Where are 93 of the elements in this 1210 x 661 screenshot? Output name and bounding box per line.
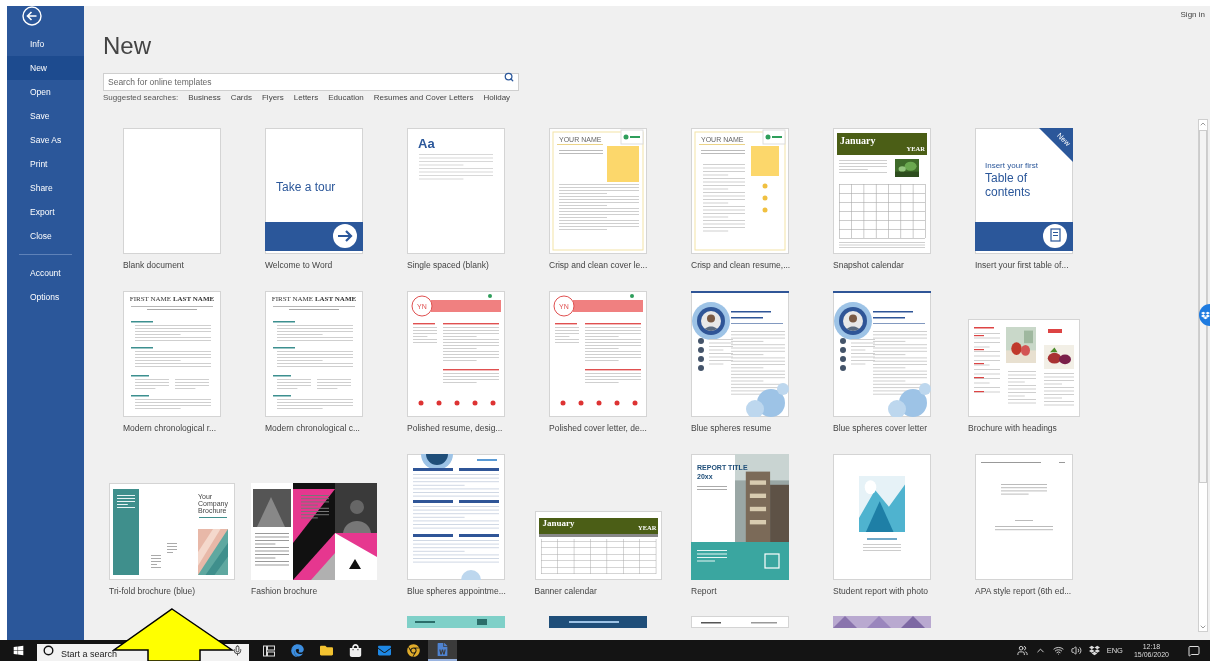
sidebar-item[interactable]: Open [7,80,84,104]
suggested-search-link[interactable]: Education [328,92,364,104]
template-name: Tri-fold brochure (blue) [109,585,197,597]
sidebar-item[interactable]: Print [7,152,84,176]
template-name: Modern chronological r... [123,422,218,434]
search-icon [504,72,514,82]
dropbox-tray-icon [1088,645,1100,656]
word-icon [436,643,449,656]
template-thumbnail[interactable] [265,291,363,417]
suggested-search-link[interactable]: Letters [293,92,319,104]
suggested-search-link[interactable]: Cards [230,92,252,104]
template-thumbnail[interactable] [833,291,931,417]
suggested-search-link[interactable]: Flyers [262,92,284,104]
suggested-search-link[interactable]: Holiday [483,92,511,104]
template-name: Welcome to Word [265,259,334,271]
thumbnail-text: Insert your first [985,162,1038,170]
dropbox-icon [1201,310,1210,320]
template-name: Blue spheres appointme... [407,585,505,597]
suggested-search-link[interactable]: Resumes and Cover Letters [373,92,474,104]
scrollbar[interactable] [1198,119,1208,632]
microphone-icon [232,645,243,656]
template-thumbnail[interactable] [691,291,789,417]
page-title: New [103,32,152,60]
template-thumbnail[interactable] [407,454,505,580]
volume-icon [1070,645,1082,656]
people-icon [1016,645,1028,656]
template-name: Blue spheres cover letter [833,422,929,434]
template-thumbnail[interactable] [407,128,505,254]
template-thumbnail[interactable] [975,454,1073,580]
thumbnail-text: January [840,136,876,146]
template-thumbnail[interactable] [833,616,931,628]
template-thumbnail[interactable] [549,128,647,254]
template-name: Modern chronological c... [265,422,361,434]
template-name: Insert your first table of... [975,259,1070,271]
template-thumbnail[interactable] [549,291,647,417]
template-thumbnail[interactable] [691,128,789,254]
sidebar-item[interactable]: New [7,56,84,80]
template-name: Crisp and clean resume,... [691,259,789,271]
sign-in-link[interactable]: Sign in [1180,9,1205,20]
scroll-up-icon [1199,120,1207,128]
template-thumbnail[interactable] [407,616,505,628]
template-name: Single spaced (blank) [407,259,490,271]
template-name: Blue spheres resume [691,422,773,434]
dropbox-badge[interactable] [1199,304,1210,326]
template-thumbnail[interactable] [549,616,647,628]
template-name: Banner calendar [534,585,598,597]
thumbnail-text: January [542,519,575,528]
thumbnail-text: contents [985,186,1031,198]
template-thumbnail[interactable] [833,128,931,254]
template-thumbnail[interactable] [534,511,662,580]
template-thumbnail[interactable] [691,616,789,628]
suggested-search-link[interactable]: Business [188,92,221,104]
sidebar-item[interactable]: Info [7,32,84,56]
shopping-bag-icon [349,644,362,657]
sidebar-item[interactable]: Account [7,261,84,285]
notifications-icon [1188,644,1200,657]
thumbnail-text: Table of [985,172,1028,184]
template-name: Report [691,585,718,597]
sidebar-item[interactable]: Export [7,200,84,224]
template-name: Blank document [123,259,185,271]
chrome-icon [407,644,420,657]
thumbnail-text: Aa [418,137,435,150]
template-name: Snapshot calendar [833,259,905,271]
sidebar-item[interactable]: Close [7,224,84,248]
template-thumbnail[interactable] [123,128,221,254]
windows-icon [13,645,24,656]
sidebar-item[interactable]: Save [7,104,84,128]
template-name: Crisp and clean cover le... [549,259,647,271]
search-field[interactable]: Search for online templates [103,73,519,91]
template-name: Polished resume, desig... [407,422,504,434]
template-thumbnail[interactable] [265,128,363,254]
sidebar-item[interactable]: Save As [7,128,84,152]
search-circle-icon [43,645,54,656]
folder-icon [320,644,333,657]
template-thumbnail[interactable] [407,291,505,417]
mail-icon [378,644,391,657]
scroll-down-icon [1199,623,1207,631]
template-name: APA style report (6th ed... [975,585,1073,597]
network-icon [1052,645,1064,656]
template-name: Student report with photo [833,585,929,597]
suggested-searches-label: Suggested searches: [103,92,179,104]
template-name: Fashion brochure [251,585,319,597]
scrollbar-thumb[interactable] [1199,130,1207,483]
template-name: Polished cover letter, de... [549,422,647,434]
sidebar-item[interactable]: Options [7,285,84,309]
thumbnail-text: Take a tour [276,181,336,193]
template-thumbnail[interactable] [251,483,377,580]
edge-icon [291,644,304,657]
template-thumbnail[interactable] [123,291,221,417]
task-view-icon [262,644,275,657]
template-name: Brochure with headings [968,422,1058,434]
sidebar-item[interactable]: Share [7,176,84,200]
template-thumbnail[interactable] [975,128,1073,254]
